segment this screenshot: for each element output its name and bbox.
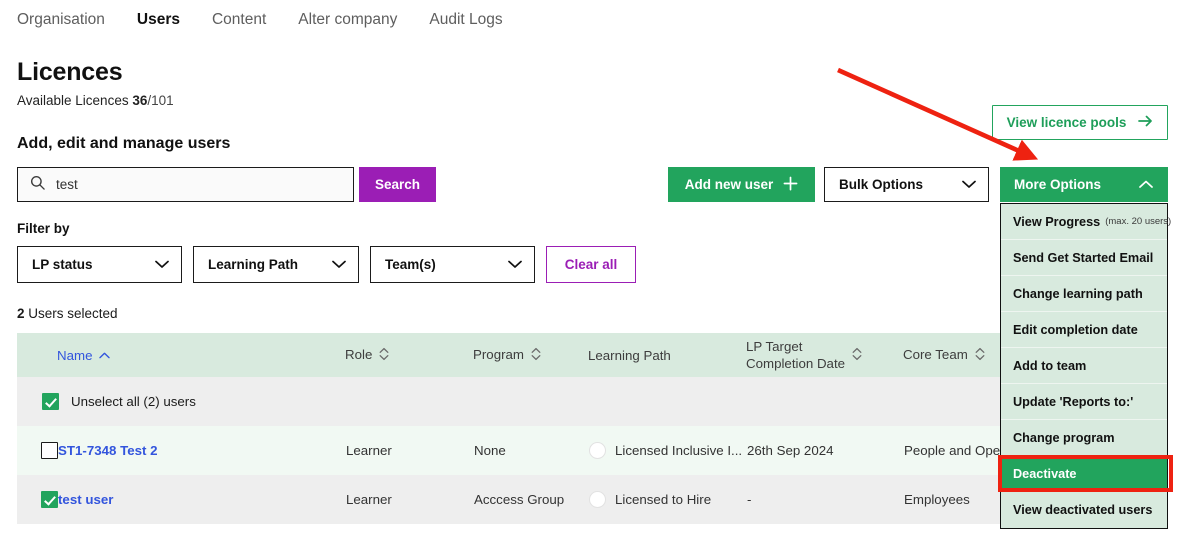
- menu-item-view-progress-note: (max. 20 users): [1105, 216, 1172, 227]
- sort-updown-icon: [975, 347, 985, 363]
- chevron-down-icon: [155, 257, 169, 272]
- select-all-row[interactable]: Unselect all (2) users: [17, 377, 1167, 426]
- more-options-label: More Options: [1014, 177, 1101, 192]
- menu-item-view-progress[interactable]: View Progress (max. 20 users): [1001, 204, 1171, 240]
- lp-status-indicator-icon: [589, 491, 606, 508]
- row-checkbox[interactable]: [41, 442, 58, 459]
- th-lp-target-date-label: LP Target Completion Date: [746, 338, 846, 371]
- th-core-team-label: Core Team: [903, 347, 968, 363]
- users-selected-number: 2: [17, 306, 25, 321]
- th-program-label: Program: [473, 347, 524, 363]
- user-name-link[interactable]: ST1-7348 Test 2: [58, 443, 158, 458]
- bulk-options-dropdown[interactable]: Bulk Options: [824, 167, 989, 202]
- filter-teams-label: Team(s): [385, 257, 436, 272]
- menu-item-edit-completion-date[interactable]: Edit completion date: [1001, 312, 1167, 348]
- row-lp-target-date-cell: -: [747, 492, 752, 507]
- caret-up-icon: [99, 348, 111, 361]
- menu-item-view-progress-label: View Progress: [1013, 214, 1101, 229]
- row-name-cell: ST1-7348 Test 2: [57, 426, 345, 475]
- select-all-checkbox[interactable]: [42, 393, 59, 410]
- filter-lp-status[interactable]: LP status: [17, 246, 182, 283]
- view-licence-pools-label: View licence pools: [1006, 115, 1127, 130]
- plus-icon: [783, 176, 798, 194]
- row-learning-path-cell: Licensed Inclusive I...: [588, 426, 746, 475]
- row-name-cell: test user: [57, 475, 345, 524]
- menu-item-deactivate[interactable]: Deactivate: [1001, 456, 1167, 492]
- nav-item-users[interactable]: Users: [121, 0, 196, 40]
- th-name-label: Name: [57, 347, 93, 363]
- nav-item-organisation[interactable]: Organisation: [17, 0, 121, 40]
- arrow-right-icon: [1138, 115, 1153, 130]
- page-header: Licences Available Licences 36/101 View …: [0, 40, 1184, 140]
- menu-item-add-to-team[interactable]: Add to team: [1001, 348, 1167, 384]
- chevron-down-icon: [962, 177, 976, 192]
- row-program-cell: Acccess Group: [474, 492, 565, 507]
- add-new-user-label: Add new user: [684, 177, 774, 192]
- menu-item-view-deactivated-users[interactable]: View deactivated users: [1001, 492, 1167, 528]
- view-licence-pools-button[interactable]: View licence pools: [992, 105, 1168, 140]
- th-role[interactable]: Role: [345, 333, 473, 377]
- nav-item-content[interactable]: Content: [196, 0, 282, 40]
- available-licences-used: 36: [132, 93, 148, 108]
- row-role-cell: Learner: [346, 492, 392, 507]
- menu-item-change-learning-path[interactable]: Change learning path: [1001, 276, 1167, 312]
- row-checkbox-cell: [17, 475, 58, 524]
- th-lp-target-date[interactable]: LP Target Completion Date: [746, 333, 903, 377]
- select-all-cell: Unselect all (2) users: [17, 377, 1167, 426]
- search-icon: [30, 175, 45, 195]
- search-input-value: test: [56, 177, 78, 192]
- add-new-user-button[interactable]: Add new user: [668, 167, 815, 202]
- row-role-cell: Learner: [346, 443, 392, 458]
- page-title: Licences: [17, 58, 123, 86]
- filter-learning-path[interactable]: Learning Path: [193, 246, 359, 283]
- main-nav: Organisation Users Content Alter company…: [0, 0, 1184, 40]
- search-input[interactable]: test: [17, 167, 354, 202]
- filter-lp-status-label: LP status: [32, 257, 93, 272]
- clear-all-button[interactable]: Clear all: [546, 246, 636, 283]
- row-learning-path-label: Licensed to Hire: [615, 492, 712, 507]
- row-learning-path-cell: Licensed to Hire: [588, 475, 746, 524]
- chevron-up-icon: [1139, 177, 1153, 192]
- table-header-row: Name Role Program Learning Path LP Targe…: [17, 333, 1167, 377]
- row-learning-path-label: Licensed Inclusive I...: [615, 443, 743, 458]
- bulk-options-label: Bulk Options: [839, 177, 923, 192]
- search-action-row: test Search Add new user Bulk Options Mo…: [0, 167, 1184, 203]
- nav-item-audit-logs[interactable]: Audit Logs: [413, 0, 518, 40]
- user-name-link[interactable]: test user: [58, 492, 113, 507]
- menu-item-send-get-started-email[interactable]: Send Get Started Email: [1001, 240, 1167, 276]
- menu-item-update-reports-to[interactable]: Update 'Reports to:': [1001, 384, 1167, 420]
- th-learning-path-label: Learning Path: [588, 347, 671, 363]
- more-options-menu: View Progress (max. 20 users) Send Get S…: [1000, 203, 1171, 529]
- more-options-button[interactable]: More Options: [1000, 167, 1168, 202]
- users-table: Name Role Program Learning Path LP Targe…: [17, 333, 1167, 524]
- sort-updown-icon: [852, 347, 862, 363]
- nav-item-alter-company[interactable]: Alter company: [282, 0, 413, 40]
- row-checkbox[interactable]: [41, 491, 58, 508]
- th-checkbox: [17, 333, 57, 377]
- chevron-down-icon: [332, 257, 346, 272]
- table-row[interactable]: test user Learner Acccess Group Licensed…: [17, 475, 1167, 524]
- available-licences-label: Available Licences: [17, 93, 129, 108]
- th-program[interactable]: Program: [473, 333, 588, 377]
- menu-item-change-program[interactable]: Change program: [1001, 420, 1167, 456]
- row-lp-target-date-cell: 26th Sep 2024: [747, 443, 834, 458]
- row-checkbox-cell: [17, 426, 58, 475]
- search-button[interactable]: Search: [359, 167, 436, 202]
- th-name[interactable]: Name: [57, 333, 345, 377]
- filter-teams[interactable]: Team(s): [370, 246, 535, 283]
- sort-updown-icon: [531, 347, 541, 363]
- available-licences-total: /101: [147, 93, 174, 108]
- sort-updown-icon: [379, 347, 389, 363]
- chevron-down-icon: [508, 257, 522, 272]
- table-row[interactable]: ST1-7348 Test 2 Learner None Licensed In…: [17, 426, 1167, 475]
- users-selected-label: Users selected: [28, 306, 118, 321]
- row-program-cell: None: [474, 443, 506, 458]
- select-all-label: Unselect all (2) users: [71, 394, 196, 409]
- th-learning-path: Learning Path: [588, 333, 746, 377]
- th-role-label: Role: [345, 347, 373, 363]
- lp-status-indicator-icon: [589, 442, 606, 459]
- filter-learning-path-label: Learning Path: [208, 257, 299, 272]
